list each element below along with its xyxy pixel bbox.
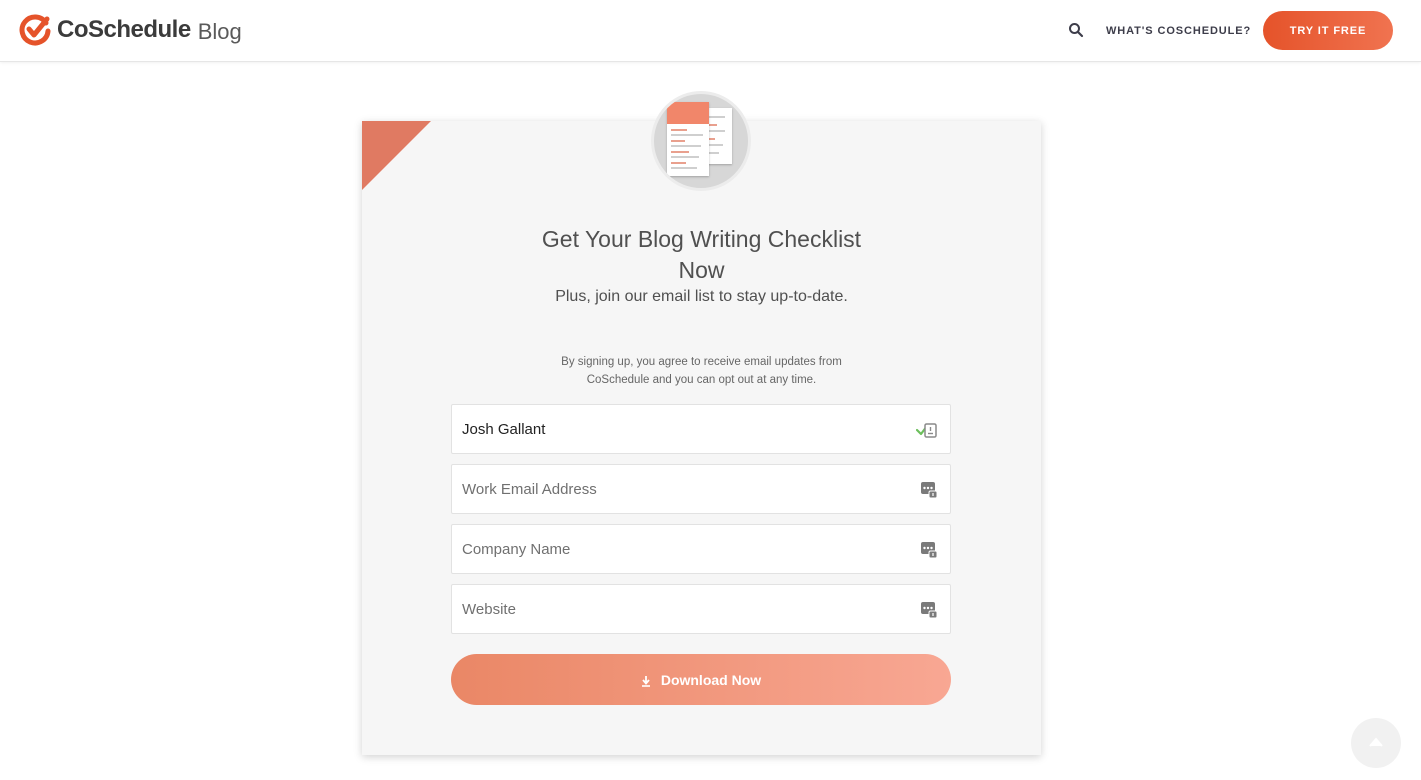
download-icon [641, 674, 651, 687]
company-name-input[interactable] [462, 525, 902, 573]
autofill-key-icon[interactable] [920, 601, 938, 619]
logo-brand: CoSchedule [57, 16, 191, 43]
coschedule-logo-icon [19, 14, 51, 46]
autofill-key-icon[interactable] [920, 541, 938, 559]
site-header: CoSchedule Blog WHAT'S COSCHEDULE? TRY I… [0, 0, 1421, 62]
download-now-label: Download Now [660, 671, 762, 688]
corner-ribbon [362, 121, 431, 190]
name-field[interactable] [451, 404, 951, 454]
logo[interactable]: CoSchedule Blog [19, 13, 242, 47]
card-title: Get Your Blog Writing Checklist Now [362, 224, 1041, 286]
logo-sub: Blog [197, 19, 242, 44]
website-input[interactable] [462, 585, 902, 633]
legal-line1: By signing up, you agree to receive emai… [561, 356, 842, 368]
download-now-button[interactable]: Download Now [451, 654, 951, 705]
website-field[interactable] [451, 584, 951, 634]
try-it-free-button[interactable]: TRY IT FREE [1263, 11, 1393, 50]
card-title-line2: Now [678, 257, 725, 283]
signup-legal-text: By signing up, you agree to receive emai… [542, 353, 861, 389]
search-icon[interactable] [1068, 22, 1084, 38]
work-email-field[interactable] [451, 464, 951, 514]
autofill-key-icon[interactable] [920, 481, 938, 499]
card-subtitle: Plus, join our email list to stay up-to-… [555, 288, 848, 305]
card-title-line1: Get Your Blog Writing Checklist [541, 226, 862, 252]
autofill-check-icon[interactable] [915, 421, 938, 439]
preview-sheet-front [667, 102, 709, 176]
legal-line2: CoSchedule and you can opt out at any ti… [586, 374, 817, 386]
chevron-up-icon [1369, 737, 1383, 747]
company-name-field[interactable] [451, 524, 951, 574]
checklist-signup-card: Get Your Blog Writing Checklist Now Plus… [362, 91, 1041, 755]
name-input[interactable] [462, 405, 902, 453]
checklist-preview-image [651, 91, 751, 191]
scroll-to-top-button[interactable] [1351, 718, 1401, 768]
nav-whats-coschedule[interactable]: WHAT'S COSCHEDULE? [1106, 25, 1251, 37]
work-email-input[interactable] [462, 465, 902, 513]
